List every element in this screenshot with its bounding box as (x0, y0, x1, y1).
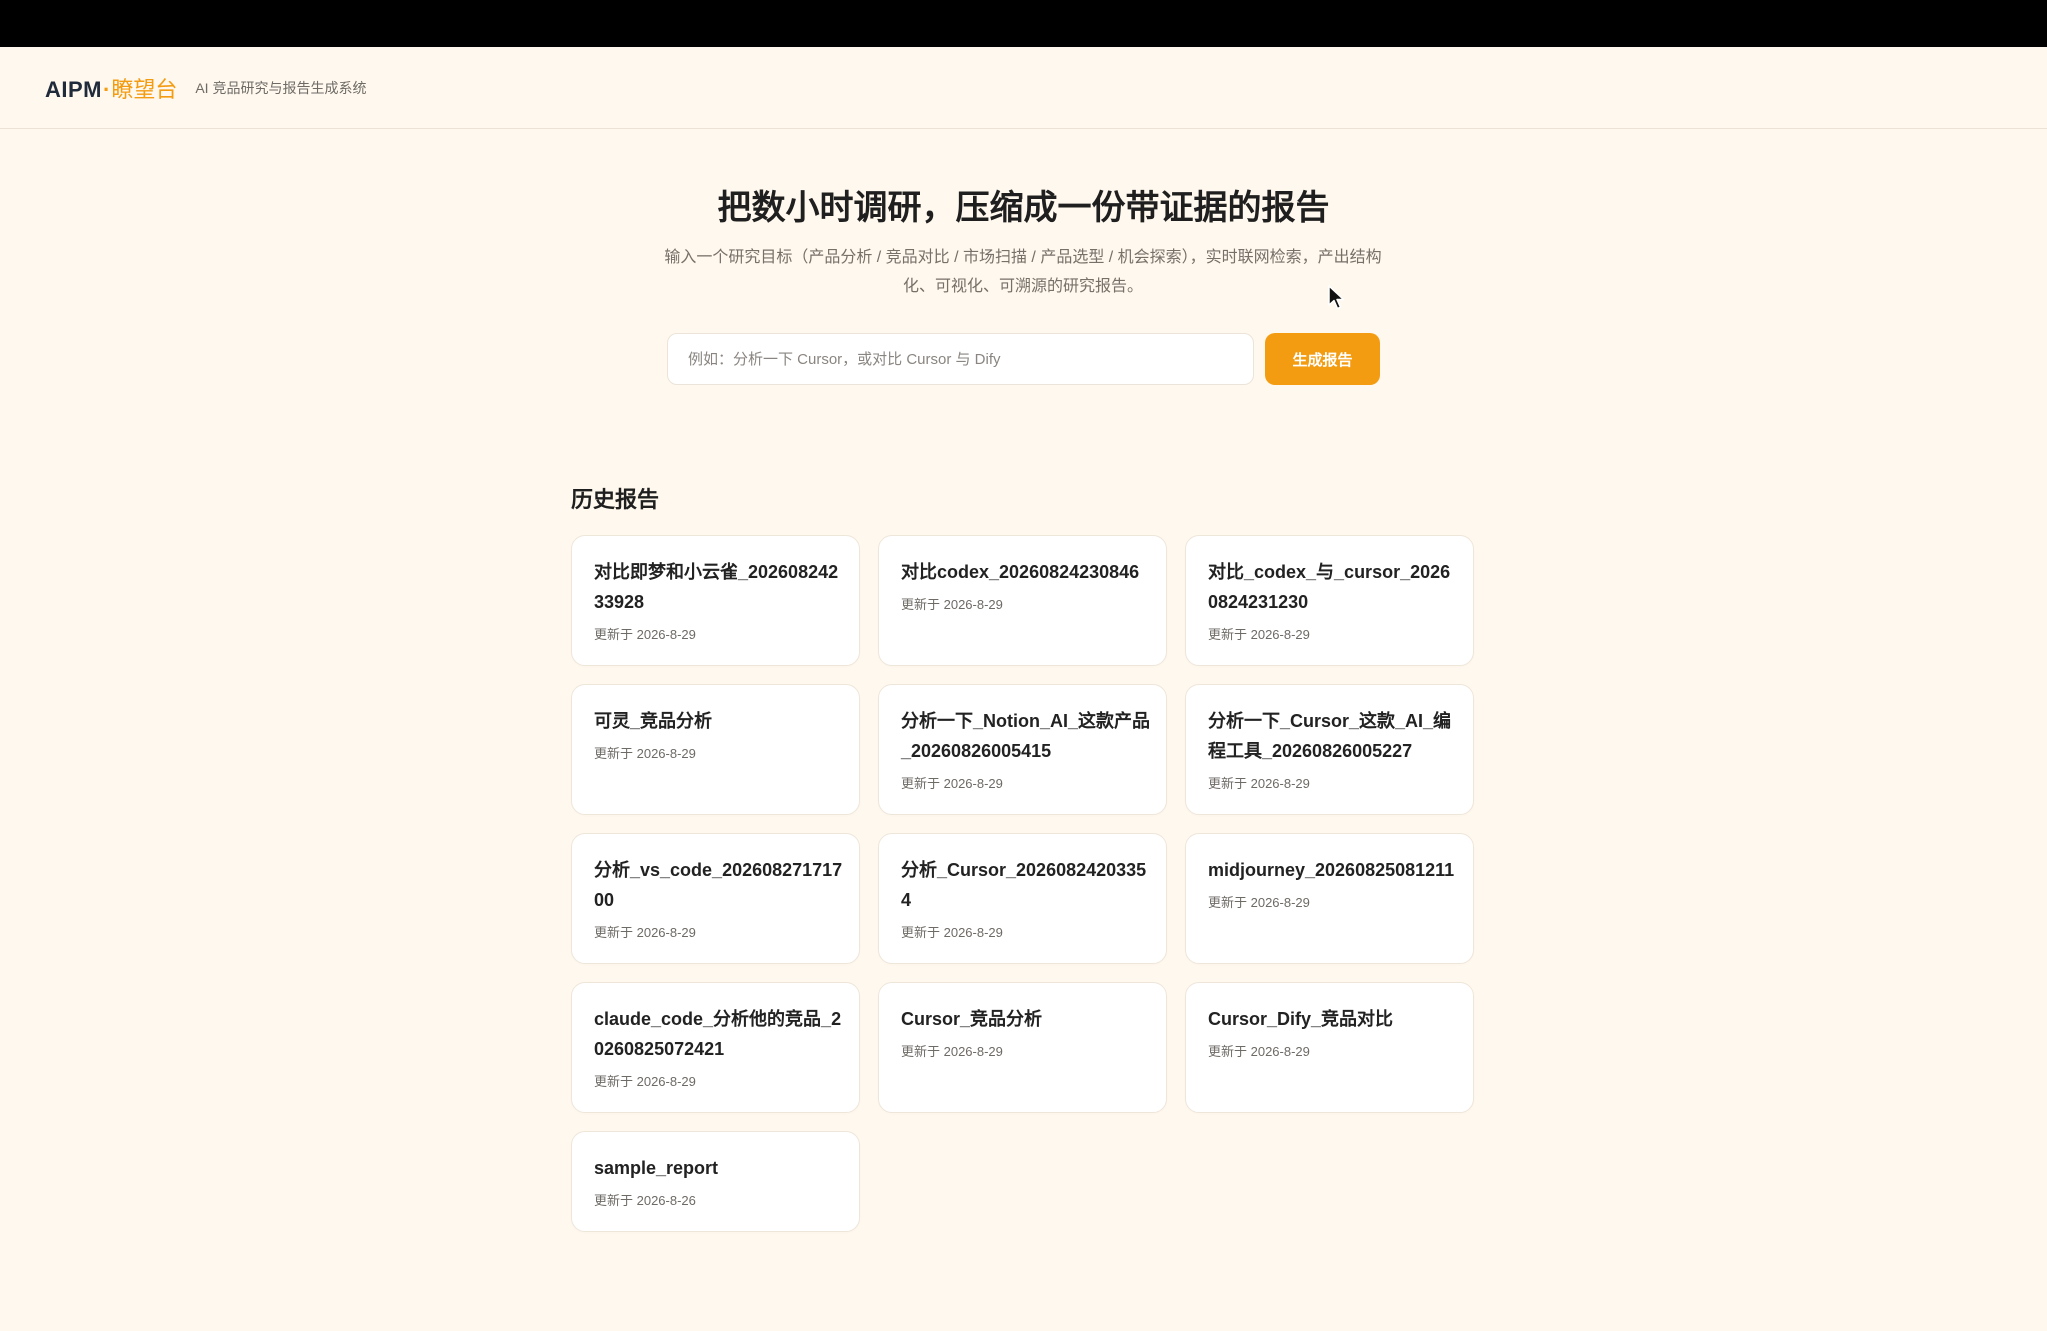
report-card-date: 更新于 2026-8-29 (594, 627, 696, 642)
report-card-title: 分析一下_Notion_AI_这款产品_20260826005415 (901, 711, 1151, 761)
report-card-title: midjourney_20260825081211 (1208, 860, 1455, 880)
history-report-grid: 对比即梦和小云雀_20260824233928 更新于 2026-8-29 对比… (571, 535, 1475, 1232)
hero-description: 输入一个研究目标（产品分析 / 竞品对比 / 市场扫描 / 产品选型 / 机会探… (640, 243, 1406, 301)
report-card-date: 更新于 2026-8-29 (901, 925, 1003, 940)
history-section-title: 历史报告 (571, 487, 660, 512)
research-goal-input[interactable] (667, 333, 1254, 385)
report-card-title: 可灵_竞品分析 (594, 711, 713, 731)
report-card-date: 更新于 2026-8-29 (1208, 1044, 1310, 1059)
report-card[interactable]: 分析_vs_code_20260827171700 更新于 2026-8-29 (571, 833, 860, 964)
report-card-title: 分析一下_Cursor_这款_AI_编程工具_20260826005227 (1208, 711, 1452, 761)
report-card[interactable]: 对比即梦和小云雀_20260824233928 更新于 2026-8-29 (571, 535, 860, 666)
report-card[interactable]: 对比_codex_与_cursor_20260824231230 更新于 202… (1185, 535, 1474, 666)
logo-dot: · (103, 76, 111, 102)
report-card[interactable]: sample_report 更新于 2026-8-26 (571, 1131, 860, 1232)
hero-title: 把数小时调研，压缩成一份带证据的报告 (717, 189, 1330, 227)
research-input-row: 生成报告 (667, 333, 1380, 385)
report-card[interactable]: 可灵_竞品分析 更新于 2026-8-29 (571, 684, 860, 815)
app-tagline: AI 竞品研究与报告生成系统 (195, 79, 367, 96)
report-card-date: 更新于 2026-8-29 (901, 1044, 1003, 1059)
report-card[interactable]: claude_code_分析他的竞品_20260825072421 更新于 20… (571, 982, 860, 1113)
report-card-date: 更新于 2026-8-29 (594, 925, 696, 940)
system-top-bar (0, 0, 2047, 47)
logo-text-main: AIPM (45, 76, 102, 102)
report-card-date: 更新于 2026-8-26 (594, 1193, 696, 1208)
report-card[interactable]: 分析_Cursor_20260824203354 更新于 2026-8-29 (878, 833, 1167, 964)
report-card-title: 对比即梦和小云雀_20260824233928 (594, 562, 839, 612)
report-card-date: 更新于 2026-8-29 (901, 776, 1003, 791)
generate-report-button[interactable]: 生成报告 (1265, 333, 1380, 385)
report-card-title: 分析_Cursor_20260824203354 (901, 860, 1147, 910)
logo-text-cn: 瞭望台 (111, 76, 178, 102)
report-card-title: Cursor_竞品分析 (901, 1009, 1043, 1029)
report-card[interactable]: 对比codex_20260824230846 更新于 2026-8-29 (878, 535, 1167, 666)
app-logo[interactable]: AIPM · 瞭望台 (45, 72, 177, 104)
report-card-date: 更新于 2026-8-29 (1208, 627, 1310, 642)
report-card-title: Cursor_Dify_竞品对比 (1208, 1009, 1394, 1029)
report-card-date: 更新于 2026-8-29 (594, 746, 696, 761)
app-header: AIPM · 瞭望台 AI 竞品研究与报告生成系统 (0, 47, 2047, 129)
report-card-title: 分析_vs_code_20260827171700 (594, 860, 843, 910)
report-card[interactable]: Cursor_Dify_竞品对比 更新于 2026-8-29 (1185, 982, 1474, 1113)
report-card[interactable]: midjourney_20260825081211 更新于 2026-8-29 (1185, 833, 1474, 964)
report-card-title: 对比_codex_与_cursor_20260824231230 (1208, 562, 1451, 612)
report-card[interactable]: Cursor_竞品分析 更新于 2026-8-29 (878, 982, 1167, 1113)
report-card-date: 更新于 2026-8-29 (1208, 776, 1310, 791)
report-card-date: 更新于 2026-8-29 (594, 1074, 696, 1089)
report-card-title: claude_code_分析他的竞品_20260825072421 (594, 1009, 842, 1059)
report-card[interactable]: 分析一下_Notion_AI_这款产品_20260826005415 更新于 2… (878, 684, 1167, 815)
report-card-date: 更新于 2026-8-29 (901, 597, 1003, 612)
report-card[interactable]: 分析一下_Cursor_这款_AI_编程工具_20260826005227 更新… (1185, 684, 1474, 815)
hero-description-line-2: 化、可视化、可溯源的研究报告。 (902, 278, 1143, 295)
report-card-title: sample_report (594, 1158, 719, 1178)
hero-description-line-1: 输入一个研究目标（产品分析 / 竞品对比 / 市场扫描 / 产品选型 / 机会探… (664, 249, 1382, 266)
mouse-cursor-icon (1328, 285, 1345, 310)
report-card-title: 对比codex_20260824230846 (901, 562, 1140, 582)
report-card-date: 更新于 2026-8-29 (1208, 895, 1310, 910)
